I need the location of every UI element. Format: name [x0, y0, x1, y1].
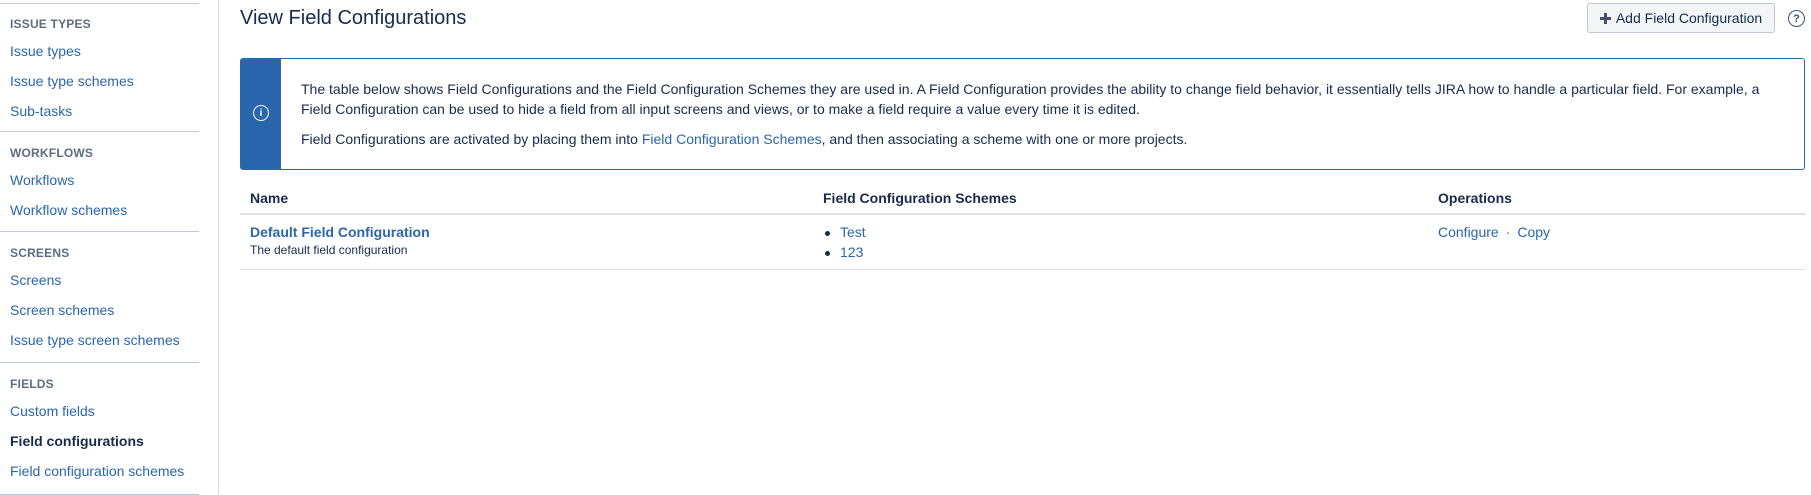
- nav-heading-workflows: WORKFLOWS: [10, 146, 94, 160]
- nav-section-workflows: WORKFLOWS Workflows Workflow schemes: [0, 133, 199, 232]
- add-field-configuration-label: Add Field Configuration: [1615, 10, 1763, 26]
- operations: Configure · Copy: [1438, 224, 1550, 240]
- nav-section-screens: SCREENS Screens Screen schemes Issue typ…: [0, 233, 199, 363]
- table-row-divider: [240, 269, 1805, 270]
- configure-link[interactable]: Configure: [1438, 224, 1499, 240]
- scheme-list: Test 123: [823, 224, 866, 264]
- nav-item-issue-type-screen-schemes[interactable]: Issue type screen schemes: [10, 332, 180, 348]
- copy-link[interactable]: Copy: [1517, 224, 1550, 240]
- info-message-accent: i: [241, 59, 281, 169]
- info-text-after-link: , and then associating a scheme with one…: [821, 131, 1188, 147]
- add-field-configuration-button[interactable]: Add Field Configuration: [1587, 3, 1775, 33]
- nav-item-custom-fields[interactable]: Custom fields: [10, 403, 95, 419]
- list-item: 123: [823, 244, 866, 264]
- info-message: i The table below shows Field Configurat…: [240, 58, 1805, 170]
- nav-item-workflows[interactable]: Workflows: [10, 172, 74, 188]
- table-header-divider: [240, 213, 1805, 215]
- nav-item-sub-tasks[interactable]: Sub-tasks: [10, 103, 72, 119]
- nav-heading-screens: SCREENS: [10, 246, 70, 260]
- column-header-name: Name: [250, 190, 289, 206]
- nav-item-field-configurations[interactable]: Field configurations: [10, 433, 144, 449]
- info-text-before-link: Field Configurations are activated by pl…: [301, 131, 642, 147]
- column-header-schemes: Field Configuration Schemes: [823, 190, 1017, 206]
- nav-item-workflow-schemes[interactable]: Workflow schemes: [10, 202, 127, 218]
- field-configuration-schemes-link[interactable]: Field Configuration Schemes: [642, 131, 822, 147]
- scheme-link-123[interactable]: 123: [840, 244, 863, 260]
- column-header-operations: Operations: [1438, 190, 1512, 206]
- nav-section-issue-types: ISSUE TYPES Issue types Issue type schem…: [0, 4, 199, 132]
- field-configuration-name-link[interactable]: Default Field Configuration: [250, 224, 430, 240]
- info-paragraph: The table below shows Field Configuratio…: [301, 81, 1760, 117]
- nav-item-issue-types[interactable]: Issue types: [10, 43, 81, 59]
- info-paragraph: Field Configurations are activated by pl…: [301, 129, 1791, 149]
- admin-sidebar: ISSUE TYPES Issue types Issue type schem…: [0, 0, 219, 495]
- nav-item-field-configuration-schemes[interactable]: Field configuration schemes: [10, 463, 184, 479]
- list-item: Test: [823, 224, 866, 244]
- bullet-icon: [825, 251, 830, 256]
- scheme-link-test[interactable]: Test: [840, 224, 866, 240]
- nav-item-screens[interactable]: Screens: [10, 272, 61, 288]
- field-configuration-description: The default field configuration: [250, 243, 408, 257]
- plus-icon: [1599, 12, 1611, 24]
- page-title: View Field Configurations: [240, 7, 467, 29]
- nav-heading-fields: FIELDS: [10, 377, 54, 391]
- nav-item-screen-schemes[interactable]: Screen schemes: [10, 302, 114, 318]
- question-circle-icon[interactable]: ?: [1788, 10, 1805, 27]
- info-message-body: The table below shows Field Configuratio…: [301, 79, 1791, 149]
- nav-section-fields: FIELDS Custom fields Field configuration…: [0, 364, 199, 495]
- bullet-icon: [825, 231, 830, 236]
- nav-item-issue-type-schemes[interactable]: Issue type schemes: [10, 73, 134, 89]
- nav-heading-issue-types: ISSUE TYPES: [10, 17, 91, 31]
- operations-separator: ·: [1505, 224, 1511, 240]
- info-icon: i: [253, 105, 269, 121]
